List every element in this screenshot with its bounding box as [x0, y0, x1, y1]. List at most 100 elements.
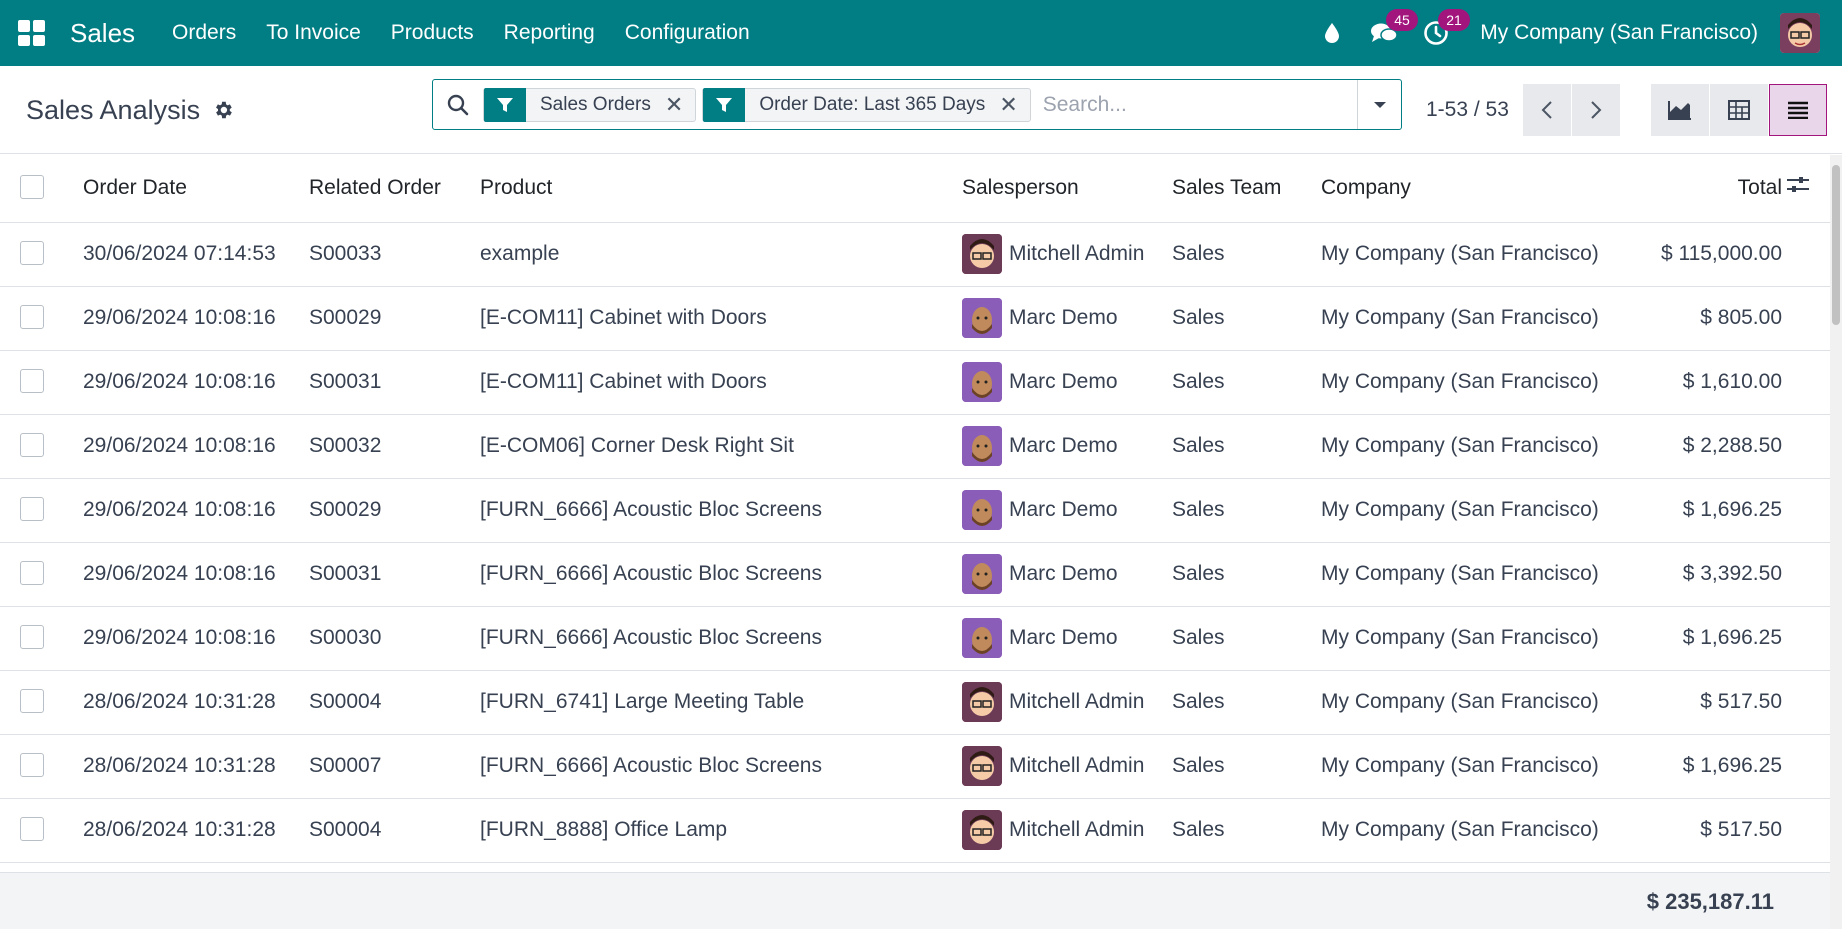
column-header-total[interactable]: Total	[1621, 155, 1786, 223]
table-row[interactable]: 30/06/2024 07:14:53 S00033 example Mitchell…	[0, 222, 1830, 287]
cell-total: $ 1,696.25	[1621, 478, 1786, 543]
cell-salesperson: Mitchell Admin	[1009, 242, 1145, 265]
table-row[interactable]: 28/06/2024 10:31:28 S00004 [FURN_6741] Lar…	[0, 670, 1830, 735]
column-header-salesperson[interactable]: Salesperson	[962, 155, 1172, 223]
avatar[interactable]	[962, 426, 1002, 466]
avatar[interactable]	[962, 234, 1002, 274]
search-input[interactable]	[1036, 80, 1357, 129]
row-checkbox[interactable]	[20, 305, 44, 329]
cell-company: My Company (San Francisco)	[1321, 414, 1621, 479]
cell-related-order: S00004	[309, 798, 480, 863]
cell-company: My Company (San Francisco)	[1321, 798, 1621, 863]
pivot-view-button[interactable]	[1710, 84, 1768, 136]
table-footer: $ 235,187.11	[0, 872, 1830, 929]
cell-total: $ 1,696.25	[1621, 606, 1786, 671]
row-checkbox[interactable]	[20, 753, 44, 777]
cell-order-date: 29/06/2024 10:08:16	[83, 414, 309, 479]
cell-order-date: 29/06/2024 10:08:16	[83, 542, 309, 607]
menu-configuration[interactable]: Configuration	[625, 21, 750, 45]
scrollbar-thumb[interactable]	[1832, 165, 1840, 325]
table-row[interactable]: 28/06/2024 10:31:28 S00007 [FURN_6666] Aco…	[0, 734, 1830, 799]
list-table: Order Date Related Order Product Salespe…	[0, 155, 1830, 863]
table-row[interactable]: 29/06/2024 10:08:16 S00031 [E-COM11] Cabin…	[0, 350, 1830, 415]
avatar[interactable]	[962, 362, 1002, 402]
row-checkbox[interactable]	[20, 241, 44, 265]
graph-view-button[interactable]	[1651, 84, 1709, 136]
cell-company: My Company (San Francisco)	[1321, 350, 1621, 415]
menu-to-invoice[interactable]: To Invoice	[266, 21, 361, 45]
menu-reporting[interactable]: Reporting	[504, 21, 595, 45]
table-row[interactable]: 29/06/2024 10:08:16 S00031 [FURN_6666] Aco…	[0, 542, 1830, 607]
company-switcher[interactable]: My Company (San Francisco)	[1480, 21, 1758, 45]
activities-clock-icon[interactable]: 21	[1418, 9, 1470, 51]
avatar[interactable]	[962, 490, 1002, 530]
grand-total: $ 235,187.11	[1646, 889, 1774, 914]
table-header-row: Order Date Related Order Product Salespe…	[0, 155, 1830, 223]
cell-salesperson: Mitchell Admin	[1009, 690, 1145, 713]
row-checkbox[interactable]	[20, 561, 44, 585]
close-icon[interactable]: ✕	[665, 92, 695, 118]
messages-icon[interactable]: 45	[1366, 9, 1418, 51]
avatar[interactable]	[962, 554, 1002, 594]
select-all-checkbox[interactable]	[20, 175, 44, 200]
column-header-order-date[interactable]: Order Date	[83, 155, 309, 223]
row-checkbox[interactable]	[20, 369, 44, 393]
app-name[interactable]: Sales	[70, 18, 135, 49]
cell-sales-team: Sales	[1172, 734, 1321, 799]
chevron-right-icon	[1591, 101, 1602, 119]
cell-salesperson: Mitchell Admin	[1009, 754, 1145, 777]
pager-value[interactable]: 1-53 / 53	[1426, 98, 1509, 122]
cell-sales-team: Sales	[1172, 670, 1321, 735]
avatar[interactable]	[962, 810, 1002, 850]
apps-menu-icon[interactable]	[16, 18, 46, 48]
table-row[interactable]: 29/06/2024 10:08:16 S00030 [FURN_6666] Aco…	[0, 606, 1830, 671]
cell-total: $ 517.50	[1621, 670, 1786, 735]
breadcrumb: Sales Analysis	[26, 66, 234, 154]
cell-product: [FURN_6666] Acoustic Bloc Screens	[480, 478, 962, 543]
cell-order-date: 28/06/2024 10:31:28	[83, 798, 309, 863]
cell-product: [E-COM06] Corner Desk Right Sit	[480, 414, 962, 479]
cell-order-date: 28/06/2024 10:31:28	[83, 734, 309, 799]
row-checkbox[interactable]	[20, 689, 44, 713]
scrollbar[interactable]	[1830, 155, 1842, 929]
search-options-toggle[interactable]	[1357, 80, 1401, 129]
column-header-sales-team[interactable]: Sales Team	[1172, 155, 1321, 223]
list-view-button[interactable]	[1769, 84, 1827, 136]
cell-company: My Company (San Francisco)	[1321, 734, 1621, 799]
avatar[interactable]	[962, 746, 1002, 786]
avatar[interactable]	[962, 618, 1002, 658]
column-header-related-order[interactable]: Related Order	[309, 155, 480, 223]
menu-products[interactable]: Products	[391, 21, 474, 45]
row-checkbox[interactable]	[20, 625, 44, 649]
cell-total: $ 805.00	[1621, 286, 1786, 351]
cell-related-order: S00033	[309, 222, 480, 287]
column-header-product[interactable]: Product	[480, 155, 962, 223]
avatar[interactable]	[962, 298, 1002, 338]
cell-total: $ 2,288.50	[1621, 414, 1786, 479]
close-icon[interactable]: ✕	[999, 92, 1029, 118]
table-row[interactable]: 28/06/2024 10:31:28 S00004 [FURN_8888] Off…	[0, 798, 1830, 863]
table-icon	[1728, 100, 1750, 120]
pager-previous-button[interactable]	[1522, 84, 1571, 136]
activities-badge: 21	[1438, 9, 1470, 31]
row-checkbox[interactable]	[20, 497, 44, 521]
cell-salesperson: Marc Demo	[1009, 498, 1118, 521]
column-header-company[interactable]: Company	[1321, 155, 1621, 223]
table-row[interactable]: 29/06/2024 10:08:16 S00029 [E-COM11] Cabin…	[0, 286, 1830, 351]
drop-icon[interactable]	[1314, 15, 1350, 51]
table-row[interactable]: 29/06/2024 10:08:16 S00032 [E-COM06] Corne…	[0, 414, 1830, 479]
cell-sales-team: Sales	[1172, 350, 1321, 415]
cell-product: [FURN_8888] Office Lamp	[480, 798, 962, 863]
cell-sales-team: Sales	[1172, 478, 1321, 543]
row-checkbox[interactable]	[20, 433, 44, 457]
search-icon[interactable]	[433, 94, 483, 116]
menu-orders[interactable]: Orders	[172, 21, 236, 45]
user-avatar[interactable]	[1780, 13, 1820, 53]
table-row[interactable]: 29/06/2024 10:08:16 S00029 [FURN_6666] Aco…	[0, 478, 1830, 543]
row-checkbox[interactable]	[20, 817, 44, 841]
avatar[interactable]	[962, 682, 1002, 722]
cell-salesperson: Mitchell Admin	[1009, 818, 1145, 841]
pager-next-button[interactable]	[1571, 84, 1620, 136]
optional-columns-icon[interactable]	[1786, 177, 1810, 200]
gear-icon[interactable]	[212, 99, 234, 121]
